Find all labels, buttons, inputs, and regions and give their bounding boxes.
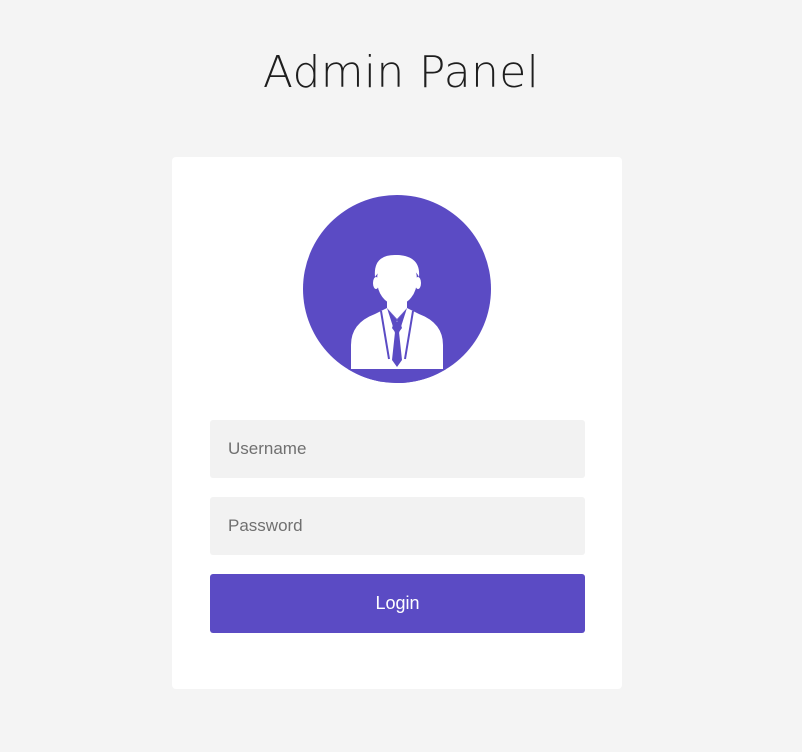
password-input[interactable] bbox=[210, 497, 585, 555]
login-card: Login bbox=[172, 157, 622, 689]
user-tie-icon bbox=[303, 255, 491, 383]
login-button[interactable]: Login bbox=[210, 574, 585, 633]
username-input[interactable] bbox=[210, 420, 585, 478]
avatar bbox=[303, 195, 491, 383]
page-title: Admin Panel bbox=[262, 47, 540, 98]
